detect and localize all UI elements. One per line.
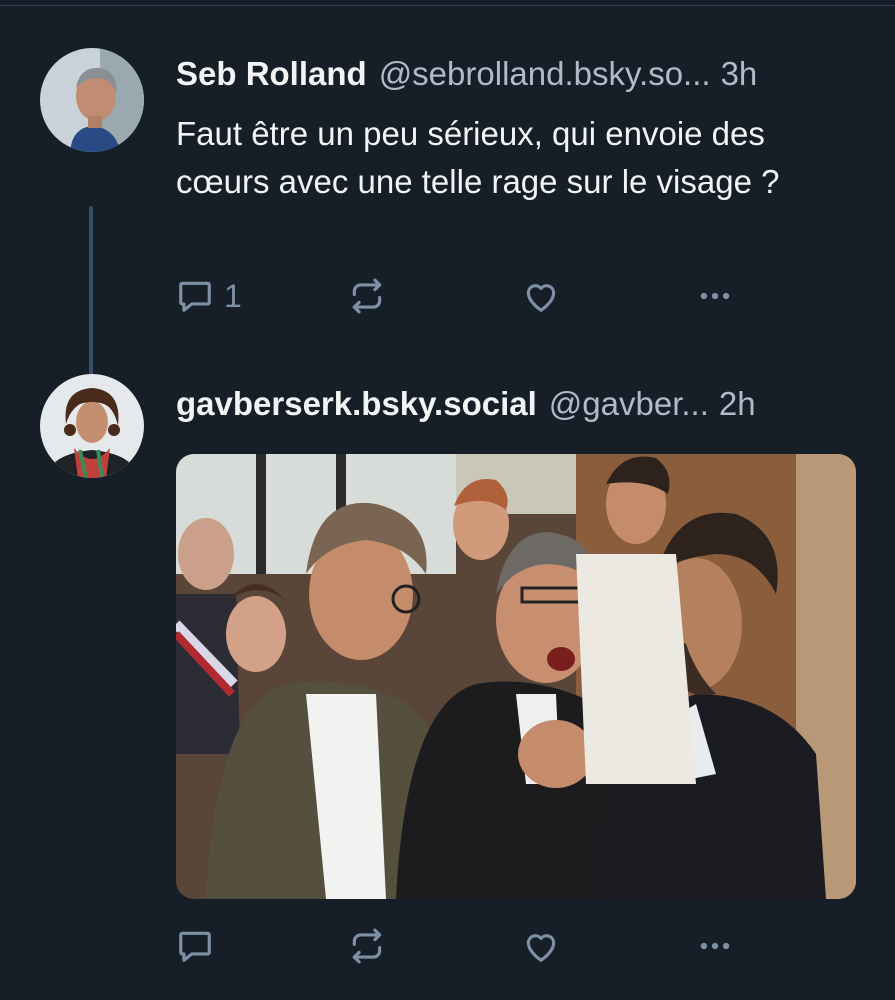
reply-count: 1 (224, 277, 242, 314)
repost-icon (352, 928, 382, 964)
post-actions (176, 926, 756, 966)
post-gavberserk[interactable]: gavberserk.bsky.social @gavber... 2h (0, 374, 895, 1000)
more-button[interactable] (696, 276, 734, 316)
avatar-photo-curly-hair-scarf (40, 374, 144, 478)
display-name[interactable]: gavberserk.bsky.social (176, 384, 537, 424)
avatar[interactable] (40, 374, 144, 478)
reply-button[interactable] (176, 926, 224, 966)
more-icon (700, 942, 730, 950)
more-icon (700, 292, 730, 300)
reply-icon (179, 931, 211, 962)
repost-button[interactable] (348, 276, 386, 316)
avatar-photo-man-grey-hair (40, 48, 144, 152)
repost-button[interactable] (348, 926, 386, 966)
timestamp[interactable]: 3h (721, 54, 758, 94)
handle[interactable]: @gavber... (549, 384, 709, 424)
like-icon (526, 284, 556, 312)
post-image[interactable] (176, 454, 856, 899)
reply-button[interactable]: 1 (176, 276, 242, 316)
post-header: Seb Rolland @sebrolland.bsky.so... 3h (176, 54, 856, 94)
post-actions: 1 (176, 276, 756, 316)
post-text: Faut être un peu sérieux, qui envoie des… (176, 115, 780, 200)
top-divider (0, 0, 895, 6)
reply-icon (179, 281, 211, 312)
like-button[interactable] (522, 276, 560, 316)
timestamp[interactable]: 2h (719, 384, 756, 424)
photo-group-of-men (176, 454, 856, 899)
post-header: gavberserk.bsky.social @gavber... 2h (176, 384, 856, 424)
like-button[interactable] (522, 926, 560, 966)
avatar[interactable] (40, 48, 144, 152)
more-button[interactable] (696, 926, 734, 966)
like-icon (526, 934, 556, 962)
display-name[interactable]: Seb Rolland (176, 54, 367, 94)
repost-icon (352, 278, 382, 314)
post-seb-rolland[interactable]: Seb Rolland @sebrolland.bsky.so... 3h Fa… (0, 44, 895, 408)
handle[interactable]: @sebrolland.bsky.so... (379, 54, 711, 94)
